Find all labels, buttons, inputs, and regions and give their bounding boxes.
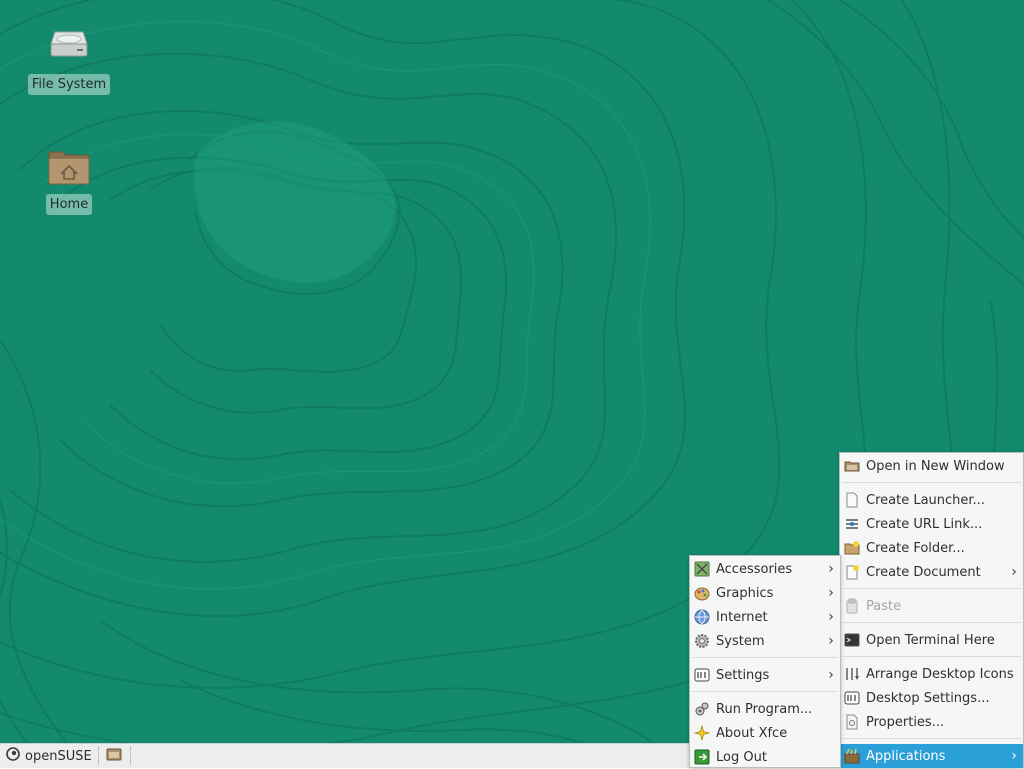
menu-item-label: Log Out — [716, 749, 767, 765]
link-icon — [844, 516, 860, 532]
menu-item-label: Accessories — [716, 561, 793, 577]
submenu-arrow-icon: › — [828, 667, 834, 683]
menu-item-label: Open Terminal Here — [866, 632, 995, 648]
menu-item-label: Create URL Link... — [866, 516, 983, 532]
desktop-icon-file-system[interactable]: File System — [24, 22, 114, 95]
star-icon — [694, 725, 710, 741]
taskbar-separator — [130, 747, 131, 765]
settings-icon — [694, 667, 710, 683]
menu-item-arrange-desktop-icons[interactable]: Arrange Desktop Icons — [840, 662, 1023, 686]
drive-icon — [45, 22, 93, 70]
menu-item-label: Run Program... — [716, 701, 813, 717]
taskbar-separator — [98, 747, 99, 765]
menu-item-label: Graphics — [716, 585, 774, 601]
menu-item-create-document[interactable]: Create Document › — [840, 560, 1023, 584]
submenu-arrow-icon: › — [828, 585, 834, 601]
submenu-arrow-icon: › — [828, 609, 834, 625]
applications-menu-label: openSUSE — [25, 748, 92, 764]
menu-separator — [842, 588, 1021, 589]
folder-open-icon — [844, 458, 860, 474]
menu-item-create-folder[interactable]: Create Folder... — [840, 536, 1023, 560]
internet-globe-icon — [694, 609, 710, 625]
menu-item-internet[interactable]: Internet › — [690, 605, 840, 629]
menu-item-properties[interactable]: Properties... — [840, 710, 1023, 734]
applications-icon — [844, 748, 860, 764]
menu-item-desktop-settings[interactable]: Desktop Settings... — [840, 686, 1023, 710]
menu-item-paste[interactable]: Paste — [840, 594, 1023, 618]
applications-submenu: Accessories › Graphics › Internet › Syst… — [689, 555, 841, 768]
menu-item-graphics[interactable]: Graphics › — [690, 581, 840, 605]
terminal-icon — [844, 632, 860, 648]
menu-item-system[interactable]: System › — [690, 629, 840, 653]
submenu-arrow-icon: › — [1011, 748, 1017, 764]
submenu-arrow-icon: › — [828, 633, 834, 649]
show-desktop-button[interactable] — [104, 747, 124, 765]
paste-icon — [844, 598, 860, 614]
submenu-arrow-icon: › — [1011, 564, 1017, 580]
menu-separator — [842, 482, 1021, 483]
accessories-icon — [694, 561, 710, 577]
menu-item-label: Desktop Settings... — [866, 690, 990, 706]
desktop-icon-label: File System — [27, 74, 111, 95]
submenu-arrow-icon: › — [828, 561, 834, 577]
settings-icon — [844, 690, 860, 706]
graphics-icon — [694, 585, 710, 601]
applications-menu-button[interactable]: openSUSE — [2, 746, 96, 766]
menu-item-label: Paste — [866, 598, 902, 614]
menu-item-label: Properties... — [866, 714, 945, 730]
menu-item-label: Open in New Window — [866, 458, 1005, 474]
menu-item-label: Create Launcher... — [866, 492, 985, 508]
menu-item-settings[interactable]: Settings › — [690, 663, 840, 687]
menu-separator — [692, 691, 838, 692]
home-folder-icon — [45, 142, 93, 190]
menu-item-label: Applications — [866, 748, 946, 764]
document-icon — [844, 492, 860, 508]
menu-separator — [842, 656, 1021, 657]
system-gear-icon — [694, 633, 710, 649]
menu-item-applications[interactable]: Applications › — [840, 744, 1023, 768]
menu-item-create-launcher[interactable]: Create Launcher... — [840, 488, 1023, 512]
menu-item-label: Settings — [716, 667, 770, 683]
menu-item-accessories[interactable]: Accessories › — [690, 557, 840, 581]
menu-item-label: Create Folder... — [866, 540, 965, 556]
opensuse-logo-icon — [6, 747, 20, 765]
new-document-icon — [844, 564, 860, 580]
menu-item-label: Internet — [716, 609, 768, 625]
logout-icon — [694, 749, 710, 765]
arrange-icon — [844, 666, 860, 682]
menu-item-open-terminal-here[interactable]: Open Terminal Here — [840, 628, 1023, 652]
new-folder-icon — [844, 540, 860, 556]
desktop-icon-home[interactable]: Home — [24, 142, 114, 215]
menu-item-open-in-new-window[interactable]: Open in New Window — [840, 454, 1023, 478]
menu-separator — [692, 657, 838, 658]
menu-separator — [842, 622, 1021, 623]
menu-item-label: Create Document — [866, 564, 981, 580]
menu-item-label: System — [716, 633, 765, 649]
menu-item-run-program[interactable]: Run Program... — [690, 697, 840, 721]
menu-item-label: About Xfce — [716, 725, 788, 741]
menu-item-about-xfce[interactable]: About Xfce — [690, 721, 840, 745]
desktop-context-menu: Open in New Window Create Launcher... Cr… — [839, 452, 1024, 768]
menu-item-log-out[interactable]: Log Out — [690, 745, 840, 769]
menu-separator — [842, 738, 1021, 739]
show-desktop-icon — [106, 747, 122, 765]
properties-icon — [844, 714, 860, 730]
run-program-icon — [694, 701, 710, 717]
menu-item-label: Arrange Desktop Icons — [866, 666, 1014, 682]
menu-item-create-url-link[interactable]: Create URL Link... — [840, 512, 1023, 536]
desktop-icon-label: Home — [45, 194, 93, 215]
